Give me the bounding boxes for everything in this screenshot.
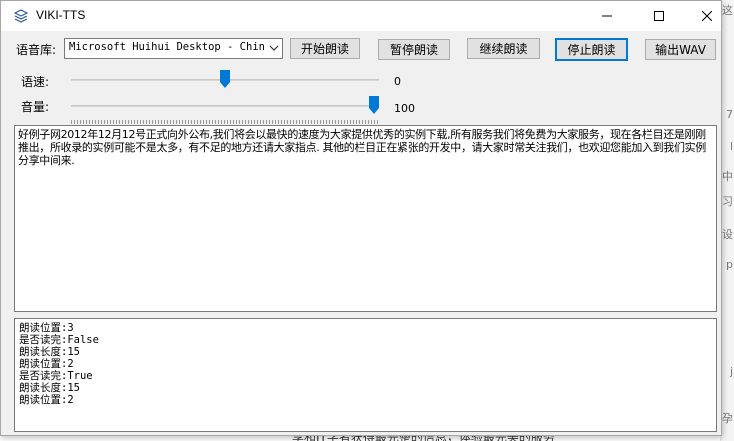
start-reading-button[interactable]: 开始朗读 xyxy=(290,38,360,59)
background-text: 中 xyxy=(722,170,733,183)
log-output-area[interactable]: 朗读位置:3 是否读完:False 朗读长度:15 朗读位置:2 是否读完:Tr… xyxy=(14,318,717,432)
maximize-button[interactable] xyxy=(636,1,682,31)
log-line: 是否读完:True xyxy=(19,370,93,382)
log-line: 朗读长度:15 xyxy=(19,346,80,358)
rate-value: 0 xyxy=(394,75,401,88)
minimize-icon xyxy=(602,15,612,17)
log-line: 朗读长度:15 xyxy=(19,382,80,394)
text-input-area[interactable]: 好例子网2012年12月12号正式向外公布,我们将会以最快的速度为大家提供优秀的… xyxy=(14,125,717,312)
window-title: VIKI-TTS xyxy=(36,8,86,22)
voice-label: 语音库: xyxy=(16,43,57,57)
log-line: 朗读位置:2 xyxy=(19,358,74,370)
volume-value: 100 xyxy=(394,102,415,115)
pause-reading-button[interactable]: 暂停朗读 xyxy=(378,39,450,60)
close-button[interactable] xyxy=(684,1,730,31)
app-window: VIKI-TTS 语音库: Microsoft Huihui Desktop -… xyxy=(0,0,722,436)
close-icon xyxy=(702,11,712,21)
background-text: j xyxy=(729,365,733,378)
voice-select-value: Microsoft Huihui Desktop - Chine: xyxy=(69,41,265,53)
rate-slider[interactable] xyxy=(71,68,379,92)
chevron-down-icon xyxy=(269,45,279,51)
app-layers-icon xyxy=(14,9,28,23)
rate-label: 语速: xyxy=(21,75,50,89)
resume-reading-button[interactable]: 继续朗读 xyxy=(467,38,540,59)
background-text: 孕 xyxy=(722,412,733,425)
rate-slider-thumb[interactable] xyxy=(220,70,230,88)
log-line: 朗读位置:2 xyxy=(19,394,74,406)
background-page-edge: 这 7 l 中 习 设 p j 孕 xyxy=(720,0,734,441)
background-text: 设 xyxy=(722,228,733,241)
volume-label: 音量: xyxy=(21,100,50,114)
export-wav-button[interactable]: 输出WAV xyxy=(645,39,716,60)
volume-slider-thumb[interactable] xyxy=(369,96,379,114)
background-text: l xyxy=(729,140,733,153)
volume-slider-track xyxy=(71,105,379,107)
volume-slider[interactable] xyxy=(71,94,379,124)
minimize-button[interactable] xyxy=(584,1,630,31)
title-bar[interactable]: VIKI-TTS xyxy=(1,1,721,31)
background-text: p xyxy=(726,258,733,271)
stop-reading-button[interactable]: 停止朗读 xyxy=(555,38,628,61)
voice-select[interactable]: Microsoft Huihui Desktop - Chine: xyxy=(64,38,283,59)
maximize-icon xyxy=(654,11,664,21)
log-line: 朗读位置:3 xyxy=(19,322,74,334)
background-text: 7 xyxy=(726,108,733,121)
log-line: 是否读完:False xyxy=(19,334,99,346)
background-text: 习 xyxy=(722,195,733,208)
volume-slider-ticks xyxy=(71,120,379,124)
